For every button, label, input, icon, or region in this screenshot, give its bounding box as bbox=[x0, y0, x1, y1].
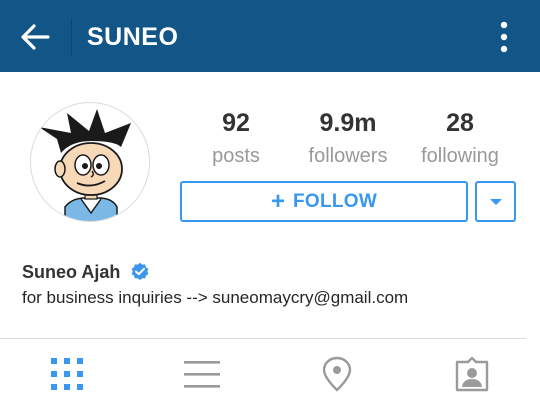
tab-location[interactable] bbox=[315, 352, 359, 396]
grid-icon bbox=[51, 358, 83, 390]
tab-divider bbox=[0, 338, 526, 339]
more-options-icon[interactable] bbox=[494, 20, 514, 54]
posts-label: posts bbox=[212, 145, 260, 167]
followers-stat[interactable]: 9.9m followers bbox=[293, 108, 403, 171]
following-label: following bbox=[421, 145, 499, 167]
posts-stat[interactable]: 92 posts bbox=[181, 108, 291, 171]
profile-full-name: Suneo Ajah bbox=[22, 262, 121, 282]
bio-name-row: Suneo Ajah bbox=[22, 262, 150, 282]
suggestions-dropdown-button[interactable] bbox=[475, 181, 516, 222]
tagged-photos-icon bbox=[455, 356, 489, 392]
app-bar: SUNEO bbox=[0, 0, 540, 72]
following-stat[interactable]: 28 following bbox=[405, 108, 515, 171]
posts-count: 92 bbox=[222, 109, 250, 137]
caret-down-icon bbox=[489, 198, 502, 205]
plus-icon: + bbox=[270, 187, 285, 215]
follow-button[interactable]: + FOLLOW bbox=[180, 181, 468, 222]
avatar[interactable] bbox=[30, 102, 150, 222]
location-pin-icon bbox=[322, 356, 352, 392]
follow-button-label: FOLLOW bbox=[292, 190, 378, 212]
app-bar-divider bbox=[71, 18, 72, 56]
bio-text: for business inquiries --> suneomaycry@g… bbox=[22, 288, 409, 307]
profile-username-title: SUNEO bbox=[87, 23, 179, 51]
followers-label: followers bbox=[308, 145, 388, 167]
verified-badge-icon bbox=[131, 262, 149, 280]
list-icon bbox=[184, 361, 220, 388]
followers-count: 9.9m bbox=[319, 109, 377, 137]
following-count: 28 bbox=[446, 109, 474, 137]
tab-tagged[interactable] bbox=[450, 352, 494, 396]
tab-list[interactable] bbox=[180, 352, 224, 396]
back-arrow-icon[interactable] bbox=[18, 22, 52, 52]
tab-grid[interactable] bbox=[45, 352, 89, 396]
